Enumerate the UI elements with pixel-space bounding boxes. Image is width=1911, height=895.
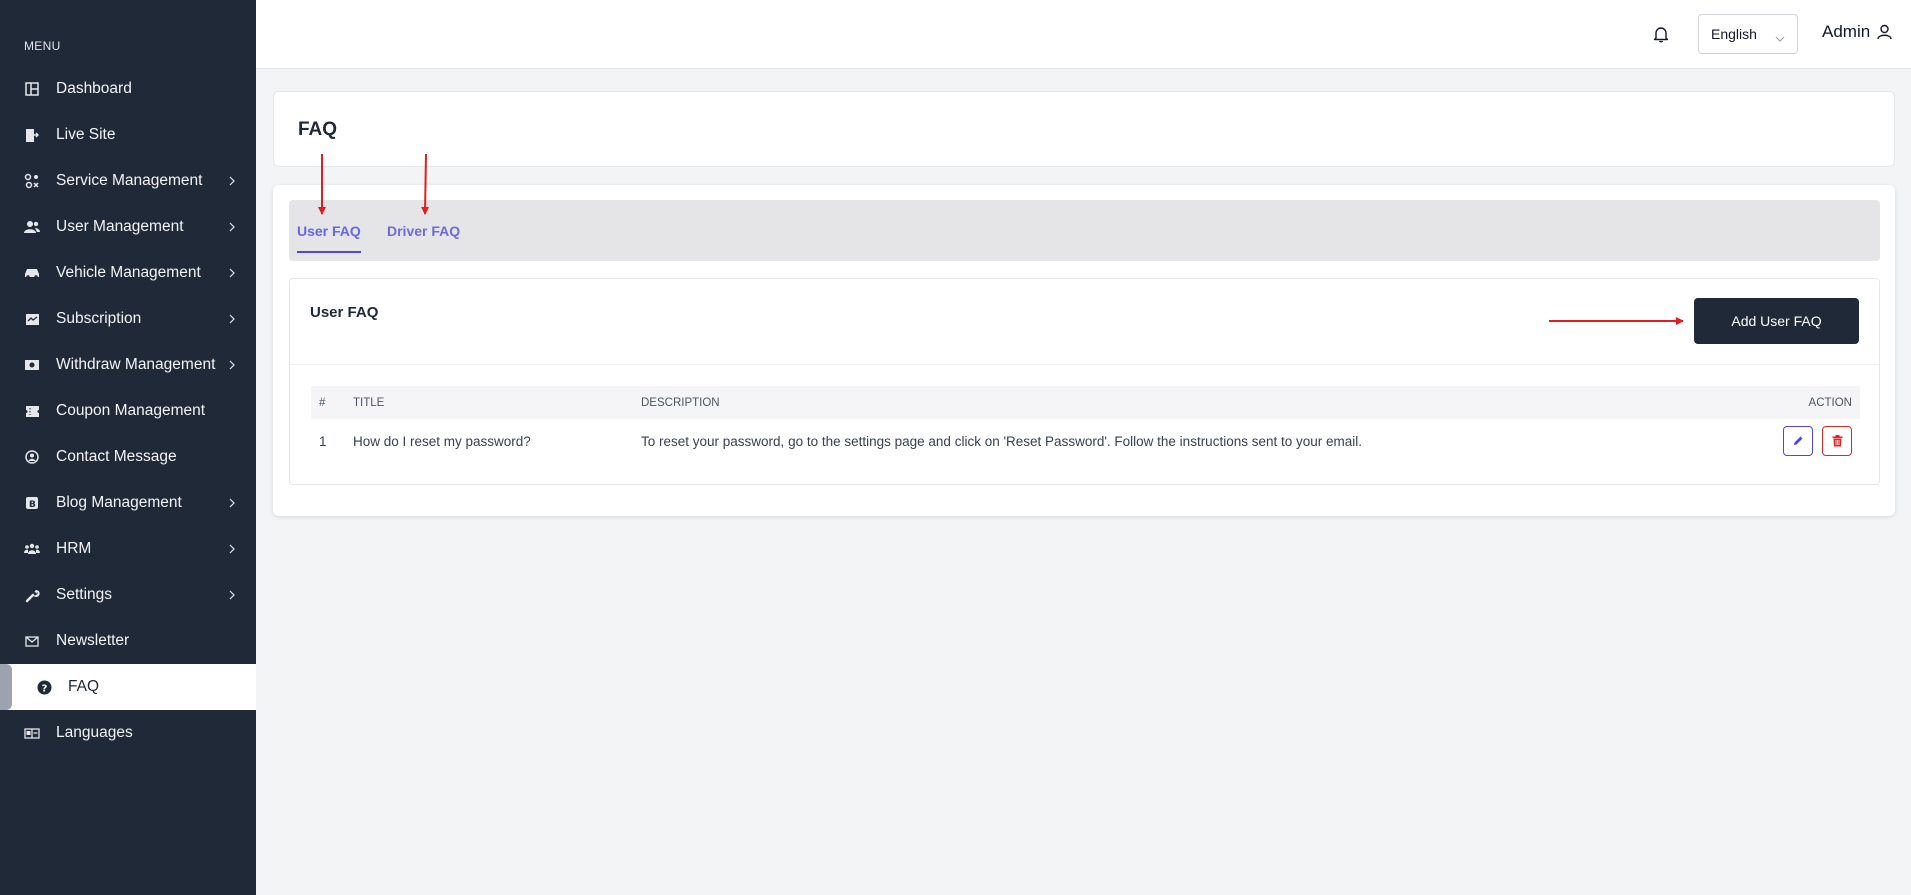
topbar: English Admin	[256, 0, 1911, 69]
sidebar-item-label: Withdraw Management	[56, 356, 216, 373]
chevron-down-icon	[1775, 29, 1785, 42]
chevron-right-icon	[227, 314, 237, 324]
sidebar-item-service-management[interactable]: Service Management	[0, 158, 256, 204]
sidebar-item-dashboard[interactable]: Dashboard	[0, 66, 256, 112]
chevron-right-icon	[227, 544, 237, 554]
chevron-right-icon	[227, 498, 237, 508]
users-icon	[24, 219, 40, 235]
column-header-description: DESCRIPTION	[633, 386, 1740, 419]
sidebar-item-label: Contact Message	[56, 448, 177, 465]
envelope-icon	[24, 633, 40, 649]
chevron-right-icon	[227, 360, 237, 370]
sidebar-item-newsletter[interactable]: Newsletter	[0, 618, 256, 664]
faq-tabs: User FAQ Driver FAQ	[289, 200, 1880, 261]
user-icon	[1877, 24, 1892, 40]
sidebar-item-label: Languages	[56, 724, 133, 741]
sidebar-item-live-site[interactable]: Live Site	[0, 112, 256, 158]
sidebar-item-label: Service Management	[56, 172, 203, 189]
subscription-icon	[24, 311, 40, 327]
page-title-card: FAQ	[273, 91, 1895, 167]
chevron-right-icon	[227, 222, 237, 232]
edit-button[interactable]	[1783, 426, 1813, 456]
team-icon	[24, 541, 40, 557]
sidebar-item-label: Newsletter	[56, 632, 130, 649]
svg-text:B: B	[29, 500, 36, 510]
chevron-right-icon	[227, 590, 237, 600]
contact-icon	[24, 449, 40, 465]
sidebar-item-withdraw-management[interactable]: Withdraw Management	[0, 342, 256, 388]
sidebar-item-label: Live Site	[56, 126, 116, 143]
row-action-group	[1748, 426, 1852, 456]
sidebar: MENU Dashboard Live Site Service Managem…	[0, 0, 256, 895]
tab-driver-faq[interactable]: Driver FAQ	[387, 200, 460, 261]
coupon-icon	[24, 403, 40, 419]
sidebar-nav: Dashboard Live Site Service Management U…	[0, 66, 256, 756]
blog-icon: B	[24, 495, 40, 511]
add-user-faq-button[interactable]: Add User FAQ	[1694, 298, 1859, 344]
panel-header: User FAQ Add User FAQ	[290, 279, 1879, 365]
table-row: 1 How do I reset my password? To reset y…	[311, 419, 1860, 463]
sidebar-item-label: Dashboard	[56, 80, 132, 97]
menu-heading: MENU	[24, 39, 61, 53]
car-icon	[24, 265, 40, 281]
question-circle-icon: ?	[36, 679, 52, 695]
row-title: How do I reset my password?	[353, 433, 531, 449]
sidebar-item-blog-management[interactable]: B Blog Management	[0, 480, 256, 526]
column-header-action: ACTION	[1740, 386, 1860, 419]
row-number: 1	[319, 433, 327, 449]
sidebar-item-label: Coupon Management	[56, 402, 206, 419]
chevron-right-icon	[227, 268, 237, 278]
row-actions	[1740, 419, 1860, 463]
pencil-icon	[1794, 436, 1803, 445]
faq-main-card: User FAQ Driver FAQ User FAQ Add User FA…	[273, 185, 1895, 516]
sidebar-item-label: FAQ	[68, 678, 100, 695]
delete-button[interactable]	[1822, 426, 1852, 456]
wrench-icon	[24, 587, 40, 603]
sidebar-item-label: Subscription	[56, 310, 142, 327]
faq-table: # TITLE DESCRIPTION ACTION 1 How do I re…	[311, 386, 1860, 463]
bell-icon[interactable]	[1653, 25, 1669, 43]
user-faq-panel: User FAQ Add User FAQ # TITLE DESCRIPTIO…	[289, 278, 1880, 485]
external-site-icon	[24, 127, 40, 143]
service-icon	[24, 173, 40, 189]
page-title: FAQ	[298, 119, 338, 140]
sidebar-item-label: HRM	[56, 540, 92, 557]
sidebar-item-label: Vehicle Management	[56, 264, 201, 281]
language-icon	[24, 725, 40, 741]
row-description: To reset your password, go to the settin…	[641, 433, 1363, 449]
panel-title: User FAQ	[310, 304, 379, 321]
column-header-number: #	[311, 386, 345, 419]
language-select-value: English	[1711, 26, 1757, 42]
sidebar-item-languages[interactable]: Languages	[0, 710, 256, 756]
language-select[interactable]: English	[1698, 14, 1798, 54]
sidebar-item-faq[interactable]: ? FAQ	[0, 664, 256, 710]
table-header-row: # TITLE DESCRIPTION ACTION	[311, 386, 1860, 419]
sidebar-item-coupon-management[interactable]: Coupon Management	[0, 388, 256, 434]
sidebar-item-label: Settings	[56, 586, 113, 603]
user-name: Admin	[1822, 22, 1871, 41]
user-menu[interactable]: Admin	[1822, 22, 1892, 42]
trash-icon	[1832, 435, 1842, 447]
sidebar-item-vehicle-management[interactable]: Vehicle Management	[0, 250, 256, 296]
sidebar-item-settings[interactable]: Settings	[0, 572, 256, 618]
money-icon	[24, 357, 40, 373]
sidebar-item-label: Blog Management	[56, 494, 182, 511]
sidebar-item-hrm[interactable]: HRM	[0, 526, 256, 572]
sidebar-item-label: User Management	[56, 218, 184, 235]
chevron-right-icon	[227, 176, 237, 186]
sidebar-item-subscription[interactable]: Subscription	[0, 296, 256, 342]
svg-text:?: ?	[41, 683, 47, 694]
column-header-title: TITLE	[345, 386, 633, 419]
tab-user-faq[interactable]: User FAQ	[297, 200, 361, 261]
sidebar-item-user-management[interactable]: User Management	[0, 204, 256, 250]
dashboard-icon	[24, 81, 40, 97]
sidebar-item-contact-message[interactable]: Contact Message	[0, 434, 256, 480]
